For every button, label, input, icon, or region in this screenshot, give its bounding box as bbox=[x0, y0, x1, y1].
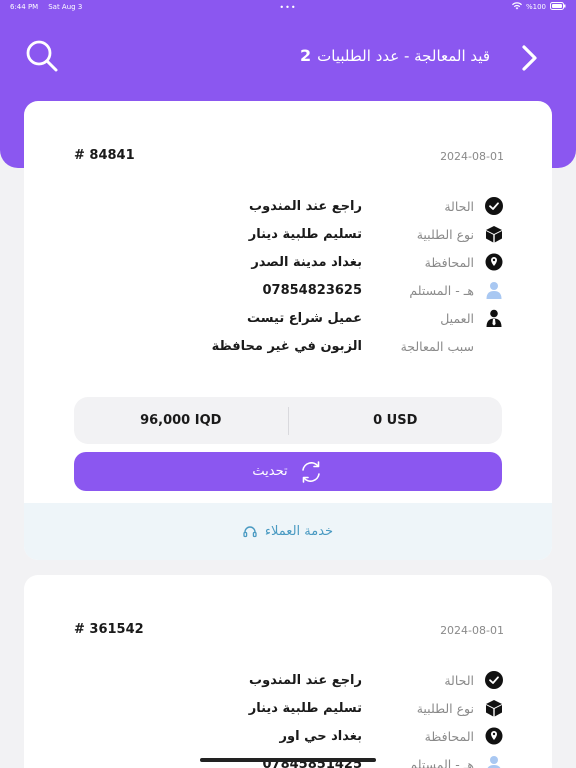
recipient-phone-value[interactable]: 07854823625 bbox=[263, 283, 363, 298]
status-value: راجع عند المندوب bbox=[249, 198, 362, 214]
status-bar: 6:44 PM Sat Aug 3 ••• %100 bbox=[0, 0, 576, 14]
order-number: # 361542 bbox=[74, 622, 144, 637]
user-icon bbox=[484, 280, 504, 300]
refresh-icon bbox=[301, 460, 320, 483]
order-date: 2024-08-01 bbox=[440, 150, 504, 163]
order-type-label: نوع الطلبية bbox=[416, 226, 474, 242]
customer-service-label: خدمة العملاء bbox=[264, 524, 334, 539]
status-label: الحالة bbox=[444, 672, 474, 688]
chevron-right-icon bbox=[522, 45, 537, 71]
wifi-icon bbox=[511, 2, 522, 12]
customer-service-button[interactable]: خدمة العملاء bbox=[24, 503, 552, 560]
order-type-value: تسليم طلبية دينار bbox=[248, 226, 362, 242]
recipient-phone-label: هـ - المستلم bbox=[409, 756, 474, 768]
order-type-value: تسليم طلبية دينار bbox=[248, 700, 362, 716]
order-card[interactable]: # 361542 2024-08-01 الحالة راجع عند المن… bbox=[24, 575, 552, 768]
home-indicator[interactable] bbox=[200, 758, 376, 762]
page-title: قيد المعالجة - عدد الطلبيات 2 bbox=[300, 46, 490, 65]
businessman-icon bbox=[484, 308, 504, 328]
back-button[interactable] bbox=[516, 40, 544, 76]
order-type-row: نوع الطلبية تسليم طلبية دينار bbox=[144, 697, 504, 719]
package-box-icon bbox=[484, 698, 504, 718]
orders-count: 2 bbox=[300, 46, 312, 65]
order-type-label: نوع الطلبية bbox=[416, 700, 474, 716]
search-icon bbox=[26, 40, 58, 72]
status-label: الحالة bbox=[444, 198, 474, 214]
check-circle-icon bbox=[484, 196, 504, 216]
package-box-icon bbox=[484, 224, 504, 244]
order-date: 2024-08-01 bbox=[440, 624, 504, 637]
battery-percent: %100 bbox=[525, 3, 546, 11]
province-row: المحافظة بغداد حي اور bbox=[144, 725, 504, 747]
update-button-label: تحديث bbox=[252, 464, 288, 479]
multitasking-dots[interactable]: ••• bbox=[279, 3, 296, 12]
headset-icon bbox=[243, 525, 257, 537]
client-row: العميل عميل شراع تيست bbox=[144, 307, 504, 329]
recipient-phone-row: هـ - المستلم 07854823625 bbox=[144, 279, 504, 301]
client-label: العميل bbox=[440, 310, 474, 326]
client-value: عميل شراع تيست bbox=[247, 310, 362, 326]
amount-usd: 0 USD bbox=[373, 413, 418, 428]
recipient-phone-label: هـ - المستلم bbox=[409, 282, 474, 298]
province-value: بغداد مدينة الصدر bbox=[251, 254, 362, 270]
processing-reason-label: سبب المعالجة bbox=[400, 338, 474, 354]
update-button[interactable]: تحديث bbox=[74, 452, 502, 491]
amounts-box: 96,000 IQD 0 USD bbox=[74, 397, 502, 444]
check-circle-icon bbox=[484, 670, 504, 690]
order-card[interactable]: # 84841 2024-08-01 الحالة راجع عند المند… bbox=[24, 101, 552, 560]
province-row: المحافظة بغداد مدينة الصدر bbox=[144, 251, 504, 273]
battery-icon bbox=[550, 2, 566, 12]
status-row: الحالة راجع عند المندوب bbox=[144, 669, 504, 691]
page-title-text: قيد المعالجة - عدد الطلبيات bbox=[317, 47, 490, 65]
status-value: راجع عند المندوب bbox=[249, 672, 362, 688]
status-row: الحالة راجع عند المندوب bbox=[144, 195, 504, 217]
user-icon bbox=[484, 754, 504, 768]
province-label: المحافظة bbox=[424, 254, 474, 270]
status-time: 6:44 PM bbox=[10, 3, 39, 11]
search-button[interactable] bbox=[24, 38, 60, 74]
location-pin-icon bbox=[484, 252, 504, 272]
location-pin-icon bbox=[484, 726, 504, 746]
province-label: المحافظة bbox=[424, 728, 474, 744]
order-type-row: نوع الطلبية تسليم طلبية دينار bbox=[144, 223, 504, 245]
order-number: # 84841 bbox=[74, 148, 135, 163]
amount-iqd: 96,000 IQD bbox=[140, 413, 222, 428]
processing-reason-row: سبب المعالجة الزبون في غير محافظة bbox=[144, 335, 504, 357]
processing-reason-value: الزبون في غير محافظة bbox=[211, 338, 362, 354]
status-date: Sat Aug 3 bbox=[48, 3, 83, 11]
province-value: بغداد حي اور bbox=[279, 728, 362, 744]
